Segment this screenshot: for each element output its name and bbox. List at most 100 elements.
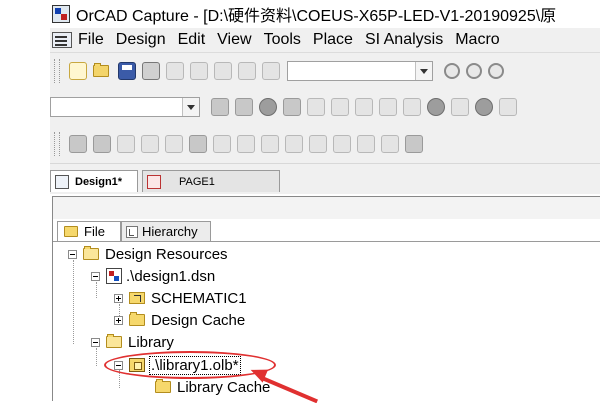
menu-macro[interactable]: Macro [455,31,499,49]
menu-design[interactable]: Design [116,31,166,49]
save-icon[interactable] [118,62,136,80]
zoom-out-icon[interactable] [466,63,482,79]
tree-label: Library Cache [177,378,271,396]
document-tabs: Design1* PAGE1 [50,164,600,194]
hier-port-icon[interactable] [309,135,327,153]
menu-si-analysis[interactable]: SI Analysis [365,31,443,49]
ground-icon[interactable] [237,135,255,153]
profile-combo[interactable] [50,97,200,117]
cut-icon[interactable] [166,62,184,80]
standard-toolbar [50,53,600,90]
zoom-in-icon[interactable] [444,63,460,79]
zoom-area-icon[interactable] [488,63,504,79]
tab-hierarchy[interactable]: Hierarchy [121,221,211,241]
menu-place[interactable]: Place [313,31,353,49]
design-file-icon [106,268,122,284]
menu-edit[interactable]: Edit [178,31,206,49]
copy-icon[interactable] [190,62,208,80]
power-icon[interactable] [213,135,231,153]
folder-icon [155,379,171,393]
wire-icon[interactable] [93,135,111,153]
tree-label: Library [128,333,174,351]
redo-icon[interactable] [262,62,280,80]
menu-file[interactable]: File [78,31,104,49]
design-rules-icon[interactable] [211,98,229,116]
toolbar-grip[interactable] [54,59,60,83]
hier-pin-icon[interactable] [333,135,351,153]
combo-arrow-icon[interactable] [415,62,432,80]
bus-icon[interactable] [141,135,159,153]
junction-icon[interactable] [165,135,183,153]
document-menu-icon[interactable] [52,32,72,48]
expand-icon[interactable] [114,293,123,303]
print-icon[interactable] [142,62,160,80]
hier-block-icon[interactable] [285,135,303,153]
folder-icon [83,246,99,260]
collapse-icon[interactable] [91,271,100,281]
hierarchy-icon [126,225,138,238]
tree-label: .\design1.dsn [126,267,216,285]
collapse-icon[interactable] [68,249,77,259]
tree-label: Design Resources [105,245,228,263]
collapse-icon[interactable] [91,337,100,347]
probe-icon[interactable] [307,98,325,116]
menu-view[interactable]: View [217,31,251,49]
marker-v-icon[interactable] [427,98,445,116]
window-header-area [53,197,600,219]
tree-connector [73,260,74,344]
run-icon[interactable] [259,98,277,116]
tab-page1-label: PAGE1 [179,175,215,188]
title-bar: OrCAD Capture - [D:\硬件资料\COEUS-X65P-LED-… [50,0,600,28]
tree-item-schematic[interactable]: SCHEMATIC1 [114,287,247,309]
new-icon[interactable] [69,62,87,80]
folder-icon [106,334,122,348]
search-combo[interactable] [287,61,433,81]
tree-label: SCHEMATIC1 [151,289,247,307]
draw-toolbar [50,125,600,164]
voltage-probe-icon[interactable] [355,98,373,116]
schematic-page-icon [147,174,161,189]
menu-bar: File Design Edit View Tools Place SI Ana… [50,28,600,53]
part-icon[interactable] [69,135,87,153]
tab-file[interactable]: File [57,221,121,241]
combo-arrow-icon[interactable] [182,98,199,116]
off-page-icon[interactable] [261,135,279,153]
tab-file-label: File [84,224,105,239]
design-file-icon [55,174,69,189]
netlist-icon[interactable] [235,98,253,116]
window-title: OrCAD Capture - [D:\硬件资料\COEUS-X65P-LED-… [76,8,557,25]
paste-icon[interactable] [214,62,232,80]
bus-entry-icon[interactable] [189,135,207,153]
expand-icon[interactable] [114,315,123,325]
probe-multi-icon[interactable] [331,98,349,116]
tab-design1-label: Design1* [75,175,123,188]
toolbar-grip[interactable] [54,132,60,156]
marker-extra-icon[interactable] [499,98,517,116]
menu-tools[interactable]: Tools [264,31,301,49]
tree-item-design-resources[interactable]: Design Resources [68,243,228,265]
tree-label: Design Cache [151,311,246,329]
open-icon[interactable] [93,63,109,77]
tree-item-design-file[interactable]: .\design1.dsn [91,265,215,287]
net-alias-icon[interactable] [117,135,135,153]
simulation-toolbar [50,89,600,126]
annotate-icon[interactable] [283,98,301,116]
tab-page1[interactable]: PAGE1 [142,170,280,192]
no-connect-icon[interactable] [357,135,375,153]
current-probe-icon[interactable] [379,98,397,116]
schematic-folder-icon [129,292,145,304]
marker-p-icon[interactable] [475,98,493,116]
tree-item-design-cache[interactable]: Design Cache [114,309,245,331]
orcad-app-icon[interactable] [52,5,70,23]
folder-icon [64,226,78,237]
text-icon[interactable] [381,135,399,153]
tab-hierarchy-label: Hierarchy [142,224,198,239]
table-icon[interactable] [405,135,423,153]
tree-item-library[interactable]: Library [91,331,174,353]
folder-icon [129,312,145,326]
power-probe-icon[interactable] [403,98,421,116]
tree-item-library-cache[interactable]: Library Cache [137,376,270,398]
tab-design1[interactable]: Design1* [50,170,138,192]
undo-icon[interactable] [238,62,256,80]
marker-i-icon[interactable] [451,98,469,116]
